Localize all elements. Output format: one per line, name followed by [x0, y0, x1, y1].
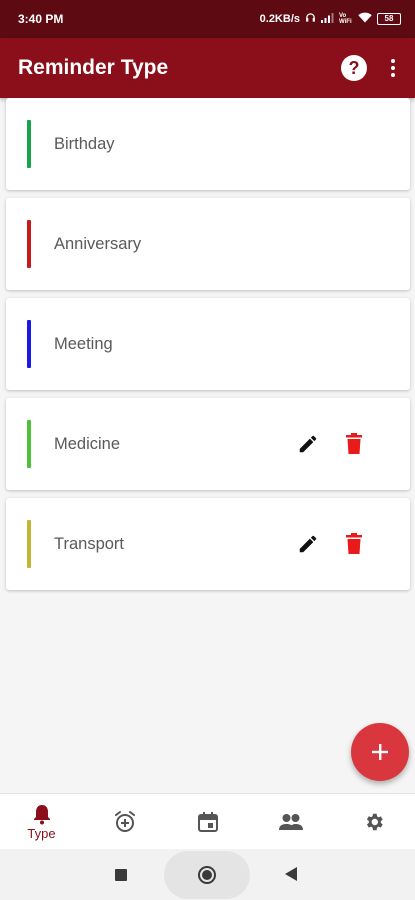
plus-icon	[372, 744, 388, 760]
reminder-type-card-anniversary[interactable]: Anniversary	[6, 198, 410, 290]
color-indicator	[27, 120, 31, 168]
nav-item-calendar[interactable]	[166, 794, 249, 849]
signal-icon	[321, 12, 334, 26]
battery-icon: 58	[377, 13, 401, 25]
bell-icon	[33, 804, 50, 824]
reminder-type-label: Anniversary	[54, 234, 142, 253]
color-indicator	[27, 220, 31, 268]
reminder-type-card-transport[interactable]: Transport	[6, 498, 410, 590]
home-icon	[198, 866, 216, 884]
home-button[interactable]	[164, 851, 250, 899]
back-button[interactable]	[285, 867, 297, 881]
reminder-type-card-birthday[interactable]: Birthday	[6, 98, 410, 190]
help-icon[interactable]: ?	[341, 55, 367, 81]
color-indicator	[27, 520, 31, 568]
nav-item-contacts[interactable]	[249, 794, 332, 849]
volte-icon: Vo WiFi	[339, 13, 352, 25]
color-indicator	[27, 420, 31, 468]
status-bar: 3:40 PM 0.2KB/s Vo WiFi 58	[0, 0, 415, 38]
calendar-icon	[197, 811, 218, 832]
nav-label-type: Type	[27, 825, 56, 841]
reminder-type-list: Birthday Anniversary Meeting Medicine Transp…	[6, 98, 410, 590]
page-title: Reminder Type	[18, 56, 169, 79]
pencil-icon[interactable]	[296, 532, 320, 556]
reminder-type-label: Meeting	[54, 334, 113, 353]
reminder-type-card-meeting[interactable]: Meeting	[6, 298, 410, 390]
headset-icon	[305, 12, 316, 26]
reminder-type-label: Transport	[54, 534, 124, 553]
reminder-type-label: Medicine	[54, 434, 121, 453]
system-nav-bar	[0, 849, 415, 900]
net-speed: 0.2KB/s	[259, 13, 300, 25]
trash-icon[interactable]	[342, 432, 366, 456]
wifi-icon	[358, 12, 372, 26]
nav-item-type[interactable]: Type	[0, 794, 83, 849]
reminder-type-label: Birthday	[54, 134, 115, 153]
card-actions	[296, 432, 366, 456]
alarm-add-icon	[114, 810, 135, 832]
more-vertical-icon[interactable]	[387, 56, 399, 80]
status-icons: 0.2KB/s Vo WiFi 58	[260, 12, 401, 26]
recents-button[interactable]	[115, 869, 127, 881]
nav-item-alarm[interactable]	[83, 794, 166, 849]
reminder-type-card-medicine[interactable]: Medicine	[6, 398, 410, 490]
trash-icon[interactable]	[342, 532, 366, 556]
pencil-icon[interactable]	[296, 432, 320, 456]
color-indicator	[27, 320, 31, 368]
people-icon	[278, 813, 303, 830]
bottom-nav: Type	[0, 793, 415, 849]
gear-icon	[366, 813, 383, 830]
app-bar: Reminder Type ?	[0, 38, 415, 98]
card-actions	[296, 532, 366, 556]
nav-item-settings[interactable]	[332, 794, 415, 849]
add-reminder-type-button[interactable]	[351, 723, 409, 781]
status-time: 3:40 PM	[18, 12, 64, 26]
